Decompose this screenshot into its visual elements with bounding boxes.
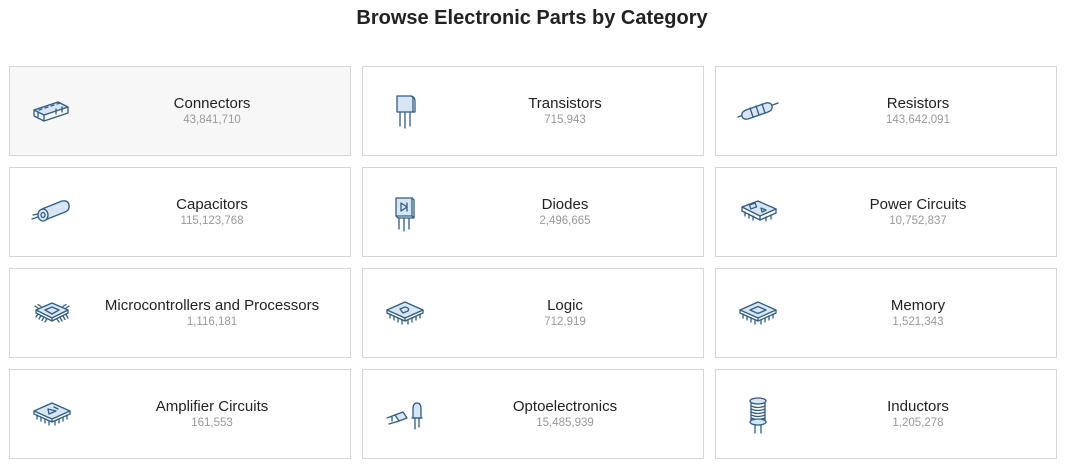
category-card-connectors[interactable]: Connectors 43,841,710 [9, 66, 351, 156]
category-name: Optoelectronics [512, 398, 618, 415]
logic-chip-icon [383, 292, 427, 336]
category-card-microcontrollers[interactable]: Microcontrollers and Processors 1,116,18… [9, 268, 351, 358]
power-circuit-icon [736, 191, 780, 235]
led-icon [383, 393, 427, 437]
category-card-transistors[interactable]: Transistors 715,943 [362, 66, 704, 156]
category-name: Diodes [541, 196, 589, 213]
category-card-capacitors[interactable]: Capacitors 115,123,768 [9, 167, 351, 257]
memory-chip-icon [736, 292, 780, 336]
category-name: Memory [890, 297, 946, 314]
category-count: 143,642,091 [886, 114, 950, 126]
category-name: Inductors [887, 398, 949, 415]
diode-icon [383, 191, 427, 235]
category-name: Capacitors [176, 196, 248, 213]
category-name: Amplifier Circuits [155, 398, 269, 415]
transistor-icon [383, 90, 427, 134]
category-count: 1,521,343 [892, 316, 944, 328]
microcontroller-icon [30, 292, 74, 336]
category-count: 43,841,710 [183, 114, 241, 126]
category-card-memory[interactable]: Memory 1,521,343 [715, 268, 1057, 358]
capacitor-icon [30, 191, 74, 235]
category-card-logic[interactable]: Logic 712,919 [362, 268, 704, 358]
category-count: 15,485,939 [536, 417, 594, 429]
category-count: 715,943 [544, 114, 586, 126]
category-card-optoelectronics[interactable]: Optoelectronics 15,485,939 [362, 369, 704, 459]
category-count: 10,752,837 [889, 215, 947, 227]
category-card-resistors[interactable]: Resistors 143,642,091 [715, 66, 1057, 156]
category-count: 115,123,768 [180, 215, 244, 227]
category-name: Microcontrollers and Processors [104, 297, 320, 314]
connector-icon [30, 90, 74, 134]
category-grid: Connectors 43,841,710 Transistors 715,94… [9, 66, 1057, 459]
category-name: Resistors [886, 95, 950, 112]
inductor-icon [736, 393, 780, 437]
amplifier-chip-icon [30, 393, 74, 437]
category-name: Transistors [528, 95, 602, 112]
category-count: 1,205,278 [892, 417, 944, 429]
category-card-power-circuits[interactable]: Power Circuits 10,752,837 [715, 167, 1057, 257]
category-name: Logic [547, 297, 583, 314]
page-title: Browse Electronic Parts by Category [356, 7, 708, 29]
category-count: 1,116,181 [186, 316, 238, 328]
category-name: Connectors [173, 95, 251, 112]
category-count: 2,496,665 [539, 215, 591, 227]
category-card-inductors[interactable]: Inductors 1,205,278 [715, 369, 1057, 459]
category-name: Power Circuits [869, 196, 967, 213]
category-count: 712,919 [544, 316, 586, 328]
category-count: 161,553 [191, 417, 233, 429]
category-card-amplifier-circuits[interactable]: Amplifier Circuits 161,553 [9, 369, 351, 459]
resistor-icon [736, 90, 780, 134]
category-card-diodes[interactable]: Diodes 2,496,665 [362, 167, 704, 257]
